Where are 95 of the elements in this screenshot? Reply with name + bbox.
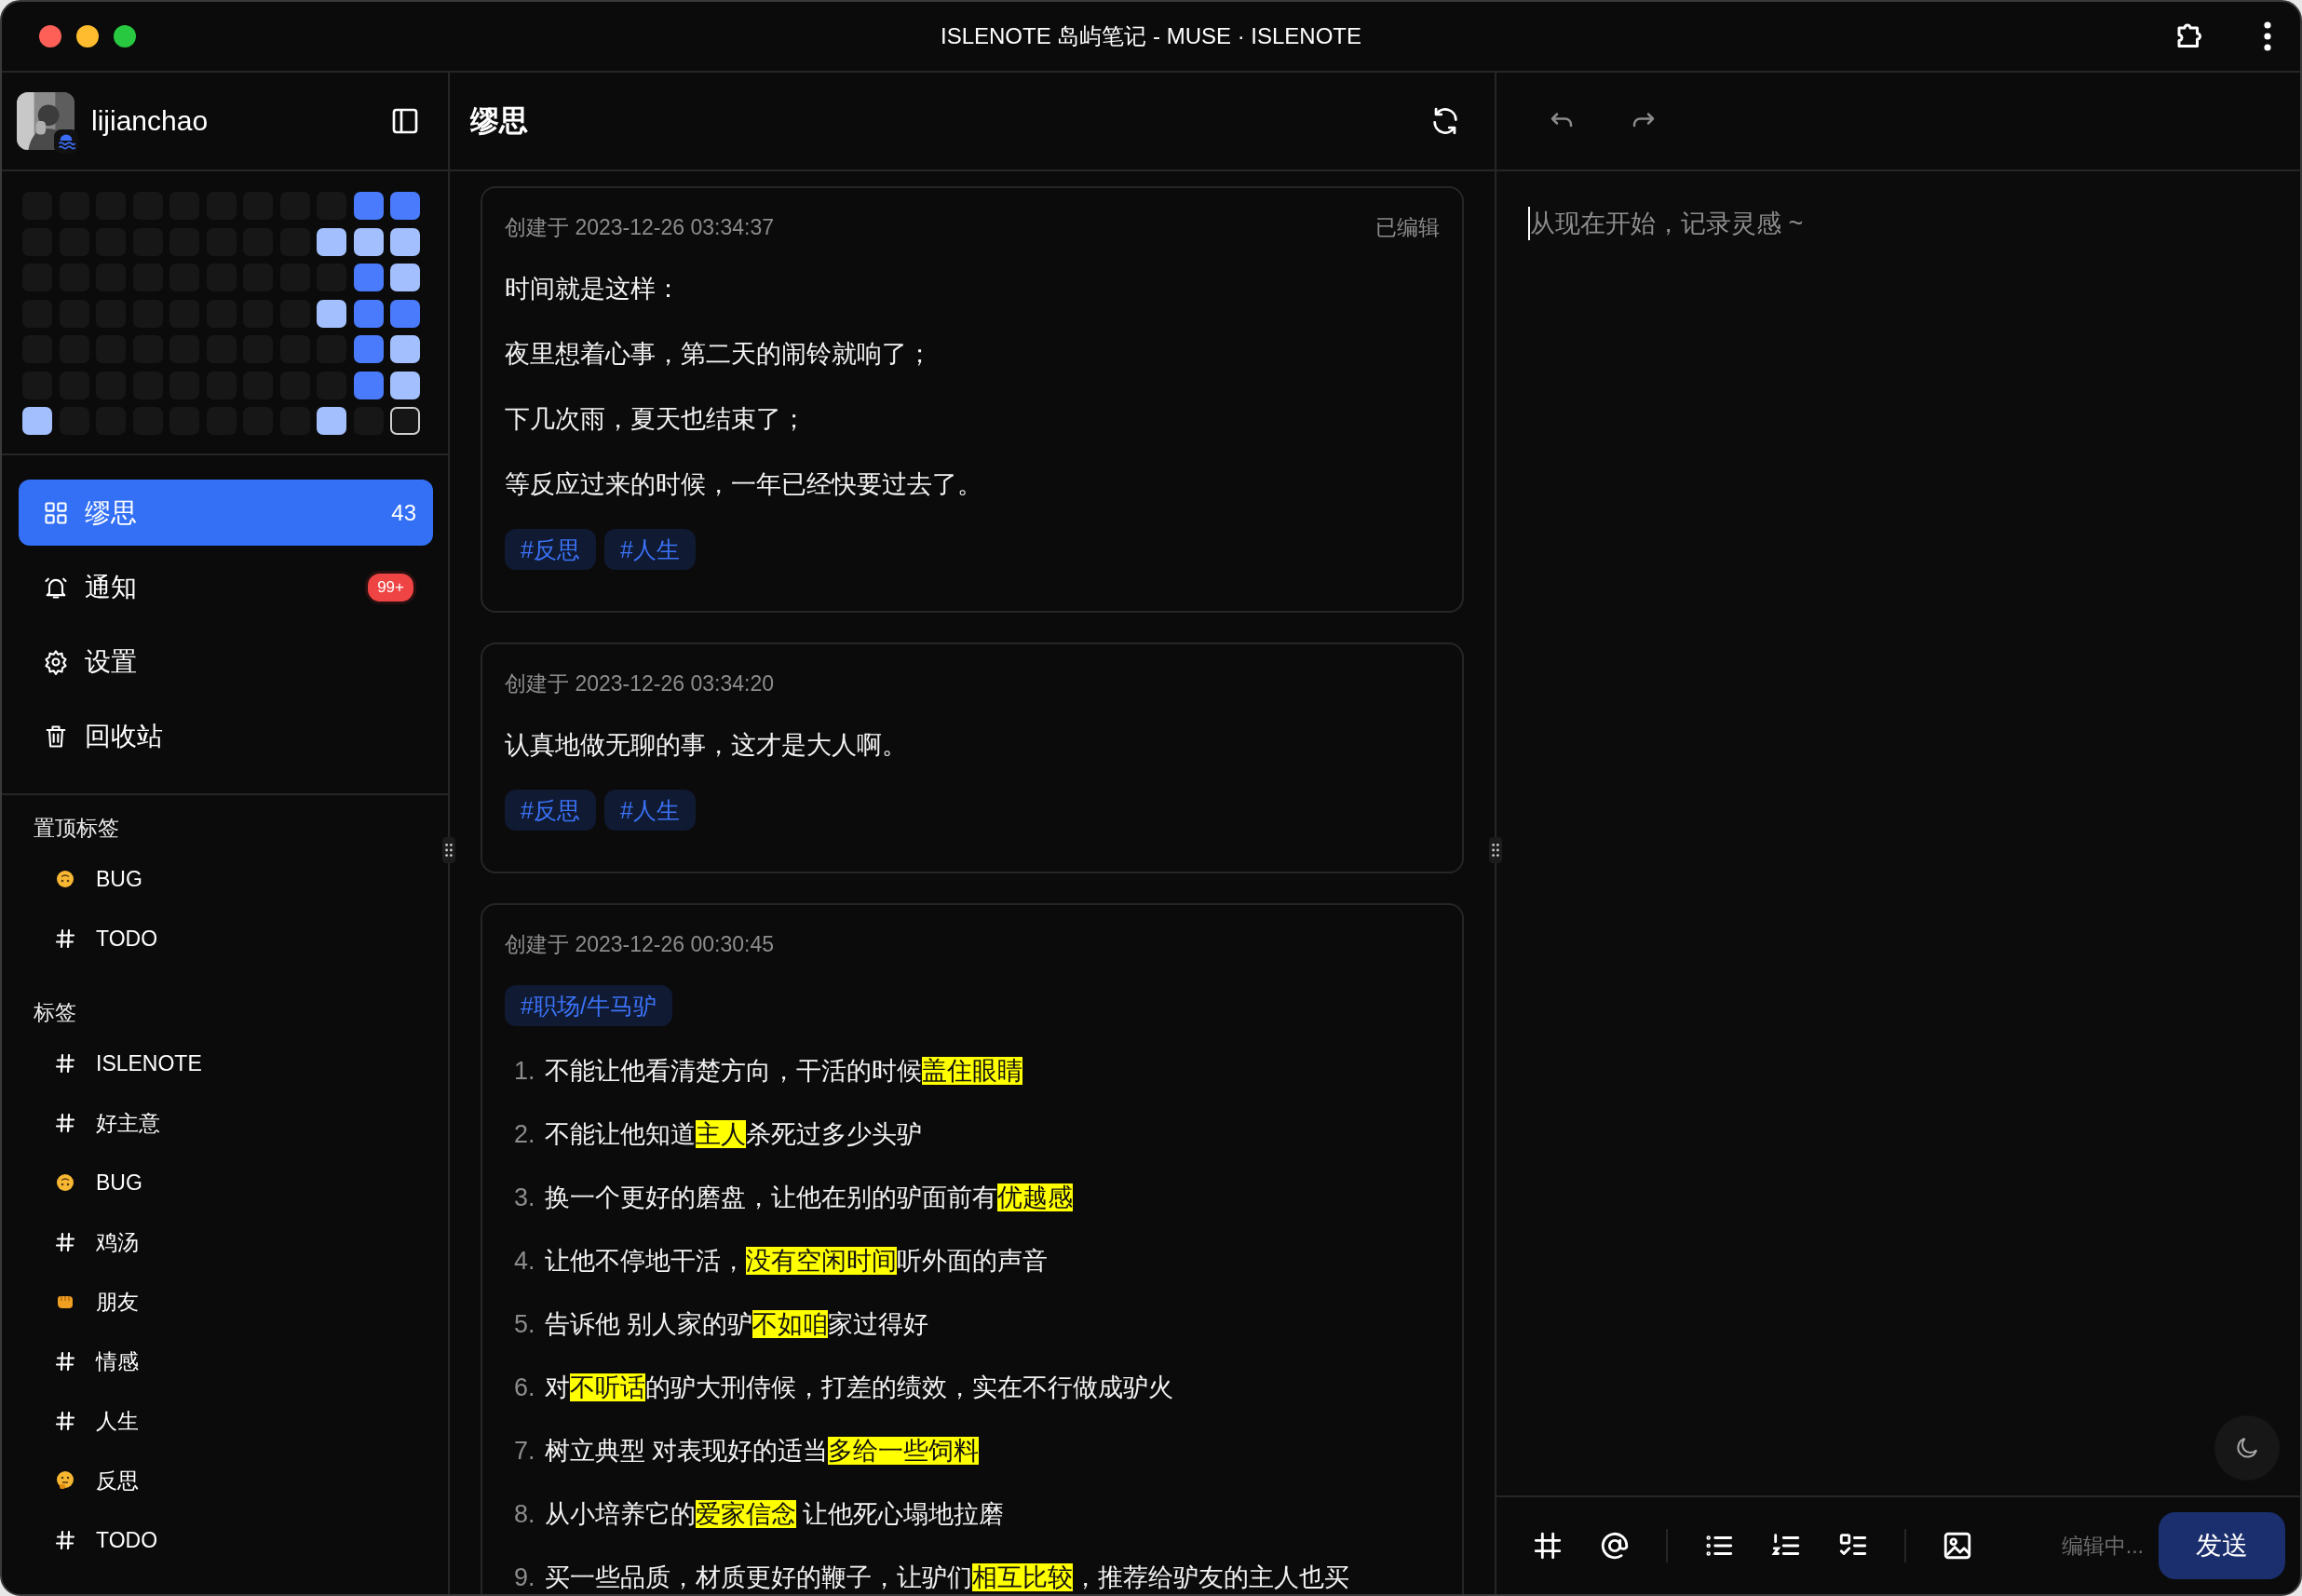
send-button[interactable]: 发送 xyxy=(2159,1512,2285,1579)
list-number: 6. xyxy=(514,1373,535,1403)
heatmap-cell xyxy=(390,371,420,399)
list-number: 2. xyxy=(514,1119,535,1150)
image-icon[interactable] xyxy=(1942,1530,1973,1562)
count-label: 43 xyxy=(391,499,416,526)
resize-handle-icon[interactable] xyxy=(1489,837,1502,863)
maximize-button[interactable] xyxy=(114,25,136,47)
tag-item[interactable]: 反思 xyxy=(2,1451,448,1510)
list-number: 9. xyxy=(514,1562,535,1593)
heatmap-cell xyxy=(353,227,384,256)
list-item-text: 从小培养它的爱家信念 让他死心塌地拉磨 xyxy=(544,1499,1005,1530)
list-number: 1. xyxy=(514,1056,535,1087)
island-badge-icon xyxy=(54,129,78,154)
nav-item[interactable]: 缪思 43 xyxy=(19,480,433,546)
list-item-text: 不能让他看清楚方向，干活的时候盖住眼睛 xyxy=(544,1056,1022,1087)
note-paragraph: 时间就是这样： xyxy=(505,274,682,304)
status-text: 编辑中... xyxy=(2061,1532,2144,1560)
nav-item[interactable]: 回收站 xyxy=(19,703,433,769)
hash-icon xyxy=(54,1052,76,1075)
list-number: 3. xyxy=(514,1183,535,1213)
edited-label: 已编辑 xyxy=(1375,213,1440,241)
heatmap-cell xyxy=(390,407,420,435)
grid-icon xyxy=(43,499,69,526)
list-item-text: 买一些品质，材质更好的鞭子，让驴们相互比较，推荐给驴友的主人也买 xyxy=(544,1562,1349,1593)
tag-item[interactable]: 好主意 xyxy=(2,1093,448,1153)
tag-chip[interactable]: #人生 xyxy=(603,790,696,831)
heatmap-cell xyxy=(353,371,384,399)
heatmap-cell xyxy=(317,299,346,328)
note-paragraph: 认真地做无聊的事，这才是大人啊。 xyxy=(505,730,908,761)
nav-item[interactable]: 设置 xyxy=(19,629,433,695)
list-number: 4. xyxy=(514,1246,535,1277)
note-timestamp: 创建于 2023-12-26 00:30:45 xyxy=(505,930,774,958)
sidebar-toggle-icon[interactable] xyxy=(390,106,420,136)
heatmap-cell xyxy=(353,299,384,328)
list-number: 7. xyxy=(514,1436,535,1467)
note-timestamp: 创建于 2023-12-26 03:34:20 xyxy=(505,670,774,697)
tag-item[interactable]: ISLENOTE xyxy=(2,1034,448,1093)
list-item-text: 不能让他知道主人杀死过多少头驴 xyxy=(544,1119,922,1150)
more-menu-icon[interactable] xyxy=(2263,20,2272,53)
list-item-text: 换一个更好的磨盘，让他在别的驴面前有优越感 xyxy=(544,1183,1073,1213)
heatmap-cell xyxy=(390,192,420,220)
upside-down-smiley-icon xyxy=(54,868,76,890)
heatmap-cell xyxy=(390,264,420,291)
heatmap-cell xyxy=(317,227,346,256)
hash-icon xyxy=(54,1350,76,1373)
settings-icon xyxy=(43,648,69,675)
user-name: lijianchao xyxy=(91,105,210,137)
heatmap-cell xyxy=(390,299,420,328)
heatmap-cell xyxy=(353,335,384,363)
heatmap-cell xyxy=(22,407,52,435)
note-paragraph: 下几次雨，夏天也结束了； xyxy=(505,404,807,435)
nav-item[interactable]: 通知 99+ xyxy=(19,554,433,620)
list-item-text: 树立典型 对表现好的适当多给一些饲料 xyxy=(544,1436,980,1467)
note-paragraph: 等反应过来的时候，一年已经快要过去了。 xyxy=(505,469,983,500)
note-paragraph: 夜里想着心事，第二天的闹铃就响了； xyxy=(505,339,933,370)
tag-item[interactable]: 人生 xyxy=(2,1391,448,1451)
upside-down-smiley-icon xyxy=(54,1171,76,1194)
tag-item[interactable]: 朋友 xyxy=(2,1272,448,1332)
hash-icon xyxy=(54,927,76,950)
note-timestamp: 创建于 2023-12-26 03:34:37 xyxy=(505,213,774,241)
tag-chip[interactable]: #反思 xyxy=(505,529,596,570)
hash-icon[interactable] xyxy=(1532,1530,1564,1562)
section-title: 置顶标签 xyxy=(33,815,120,842)
list-number: 8. xyxy=(514,1499,535,1530)
minimize-button[interactable] xyxy=(76,25,99,47)
list-item-text: 让他不停地干活，没有空闲时间听外面的声音 xyxy=(544,1246,1048,1277)
heatmap-cell xyxy=(353,264,384,291)
resize-handle-icon[interactable] xyxy=(442,837,455,863)
heatmap-cell xyxy=(353,192,384,220)
tag-chip[interactable]: #人生 xyxy=(603,529,696,570)
hash-icon xyxy=(54,1231,76,1253)
hash-icon xyxy=(54,1112,76,1134)
heatmap-cell xyxy=(390,335,420,363)
section-title: 标签 xyxy=(33,999,77,1026)
tag-item[interactable]: BUG xyxy=(2,1153,448,1212)
window-title: ISLENOTE 岛屿笔记 - MUSE · ISLENOTE xyxy=(940,22,1362,50)
hash-icon xyxy=(54,1529,76,1551)
close-button[interactable] xyxy=(39,25,61,47)
heatmap-cell xyxy=(390,227,420,256)
tag-chip[interactable]: #职场/牛马驴 xyxy=(505,985,672,1026)
list-item-text: 对不听话的驴大刑侍候，打差的绩效，实在不行做成驴火 xyxy=(544,1373,1173,1403)
tag-item[interactable]: TODO xyxy=(2,909,448,968)
mention-icon[interactable] xyxy=(1599,1530,1631,1562)
hash-icon xyxy=(54,1410,76,1432)
list-number: 5. xyxy=(514,1309,535,1340)
heatmap-cell xyxy=(317,407,346,435)
count-badge: 99+ xyxy=(365,570,416,604)
tag-item[interactable]: 情感 xyxy=(2,1332,448,1391)
panel-title: 缪思 xyxy=(470,103,528,139)
tag-item[interactable]: 鸡汤 xyxy=(2,1212,448,1272)
tag-item[interactable]: BUG xyxy=(2,849,448,909)
tag-item[interactable]: TODO xyxy=(2,1510,448,1570)
tag-chip[interactable]: #反思 xyxy=(505,790,596,831)
thinking-smiley-icon xyxy=(54,1469,76,1492)
